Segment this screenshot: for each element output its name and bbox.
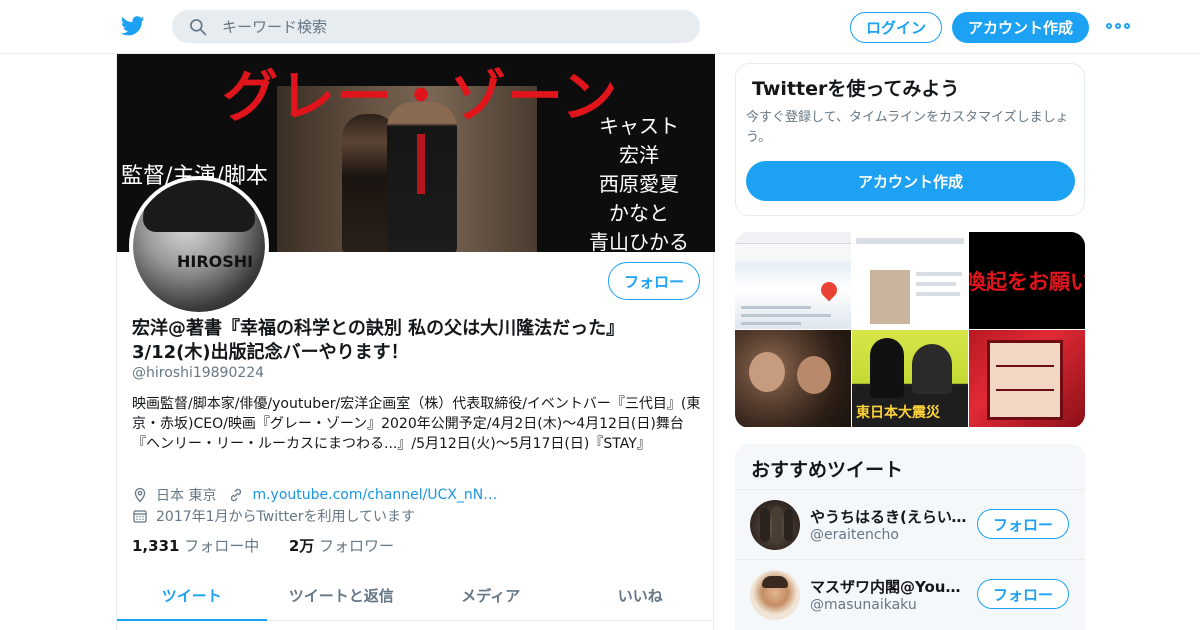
search-bar	[172, 10, 700, 43]
recommended-follow-button[interactable]: フォロー	[977, 509, 1069, 539]
banner-tie	[417, 134, 425, 194]
banner-title: グレー・ゾーン	[222, 64, 619, 130]
media-thumbnail-two-people[interactable]	[735, 330, 851, 427]
recommended-title: おすすめツイート	[751, 459, 904, 481]
thumbnail-caption: 東日本大震災	[856, 405, 940, 421]
signup-card-text: 今すぐ登録して、タイムラインをカスタマイズしましょう。	[746, 110, 1069, 145]
thumbnail-text-line	[741, 322, 801, 325]
profile-tabs: ツイート ツイートと返信 メディア いいね	[117, 570, 715, 621]
tab-likes[interactable]: いいね	[566, 570, 716, 620]
map-pin-icon	[817, 278, 841, 302]
recommended-name[interactable]: やうちはるき(えらいて…	[810, 506, 970, 527]
signup-card: Twitterを使ってみよう 今すぐ登録して、タイムラインをカスタマイズしましょ…	[735, 63, 1085, 216]
profile-url-link[interactable]: m.youtube.com/channel/UCX_nN…	[252, 487, 497, 503]
profile-display-name: 宏洋@著書『幸福の科学との訣別 私の父は大川隆法だった』3/12(木)出版記念バ…	[132, 318, 625, 363]
profile-bio: 映画監督/脚本家/俳優/youtuber/宏洋企画室（株）代表取締役/イベントバ…	[132, 396, 701, 452]
thumbnail-block	[916, 272, 962, 276]
media-thumbnail-web-screenshot[interactable]	[852, 232, 968, 329]
location-pin-icon	[134, 487, 146, 503]
media-grid: 喚起をお願いし 東日本大震災	[735, 232, 1085, 428]
thumbnail-block	[916, 282, 956, 286]
recommended-follow-button[interactable]: フォロー	[977, 579, 1069, 609]
tab-tweets-and-replies[interactable]: ツイートと返信	[267, 570, 417, 620]
search-input[interactable]	[222, 10, 682, 43]
following-label: フォロー中	[184, 537, 260, 555]
recommended-account-row[interactable]: マスザワ内閣@YouT… @masunaikaku フォロー	[735, 559, 1085, 629]
followers-stat[interactable]: 2万 フォロワー	[289, 537, 394, 555]
media-thumbnail-map-screenshot[interactable]	[735, 232, 851, 329]
cast-member: かなと	[609, 201, 669, 225]
recommended-avatar[interactable]	[750, 500, 800, 550]
recommended-handle: @eraitencho	[810, 527, 899, 543]
following-count: 1,331	[132, 537, 180, 555]
thumbnail-face	[749, 352, 785, 392]
recommended-avatar[interactable]	[750, 570, 800, 620]
cast-member: 宏洋	[619, 143, 659, 167]
cast-member: 西原愛夏	[599, 172, 679, 196]
media-thumbnail-red-text[interactable]: 喚起をお願いし	[969, 232, 1085, 329]
thumbnail-toolbar	[735, 232, 851, 244]
profile-location: 日本 東京	[156, 488, 217, 504]
recommended-handle: @masunaikaku	[810, 597, 917, 613]
thumbnail-silhouette	[870, 338, 904, 398]
profile-avatar[interactable]: HIROSHI	[129, 176, 269, 316]
twitter-bird-icon[interactable]	[120, 14, 146, 38]
media-thumbnail-video-title[interactable]: 東日本大震災	[852, 330, 968, 427]
signup-card-button[interactable]: アカウント作成	[746, 161, 1075, 201]
thumbnail-text-line	[741, 314, 831, 317]
followers-count: 2万	[288, 537, 315, 555]
cast-heading: キャスト	[599, 114, 679, 138]
thumbnail-block	[916, 292, 960, 296]
signup-card-title: Twitterを使ってみよう	[752, 78, 960, 100]
thumbnail-shelf	[987, 340, 1063, 420]
thumbnail-book-cover	[870, 270, 910, 324]
tab-media[interactable]: メディア	[416, 570, 566, 620]
cast-member: 青山ひかる	[589, 230, 689, 252]
follow-button[interactable]: フォロー	[608, 262, 700, 300]
profile-stats: 1,331 フォロー中 2万 フォロワー	[132, 535, 394, 556]
avatar-photo: HIROSHI	[133, 180, 265, 312]
avatar-logo-text: HIROSHI	[177, 252, 254, 271]
recommended-tweets-panel: おすすめツイート やうちはるき(えらいて… @eraitencho フォロー マ…	[735, 444, 1085, 630]
media-thumbnail-shrine[interactable]	[969, 330, 1085, 427]
top-navigation-bar: ログイン アカウント作成	[0, 0, 1200, 54]
profile-joined-date: 2017年1月からTwitterを利用しています	[156, 509, 416, 525]
login-button[interactable]: ログイン	[850, 12, 942, 43]
profile-meta-location-url: 日本 東京 m.youtube.com/channel/UCX_nN…	[132, 485, 497, 505]
thumbnail-text-line	[741, 306, 811, 309]
link-icon	[231, 488, 242, 502]
avatar-hair	[143, 180, 255, 232]
profile-handle[interactable]: @hiroshi19890224	[132, 365, 264, 381]
tab-tweets[interactable]: ツイート	[117, 570, 267, 621]
search-icon	[190, 19, 207, 36]
profile-column: グレー・ゾーン 監督/主演/脚本 キャスト 宏洋 西原愛夏 かなと 青山ひかる …	[116, 54, 715, 630]
thumbnail-caption: 喚起をお願いし	[969, 269, 1085, 294]
followers-label: フォロワー	[319, 537, 395, 555]
banner-cast-list: キャスト 宏洋 西原愛夏 かなと 青山ひかる	[569, 112, 709, 252]
calendar-icon	[133, 510, 147, 523]
recommended-account-row[interactable]: やうちはるき(えらいて… @eraitencho フォロー	[735, 489, 1085, 559]
profile-meta-joined: 2017年1月からTwitterを利用しています	[132, 506, 415, 526]
signup-button[interactable]: アカウント作成	[952, 12, 1089, 43]
thumbnail-face	[797, 356, 831, 394]
following-stat[interactable]: 1,331 フォロー中	[132, 537, 259, 555]
more-options-icon[interactable]	[1106, 20, 1130, 32]
recommended-name[interactable]: マスザワ内閣@YouT…	[810, 576, 970, 597]
thumbnail-block	[856, 238, 964, 244]
thumbnail-silhouette	[912, 344, 952, 394]
